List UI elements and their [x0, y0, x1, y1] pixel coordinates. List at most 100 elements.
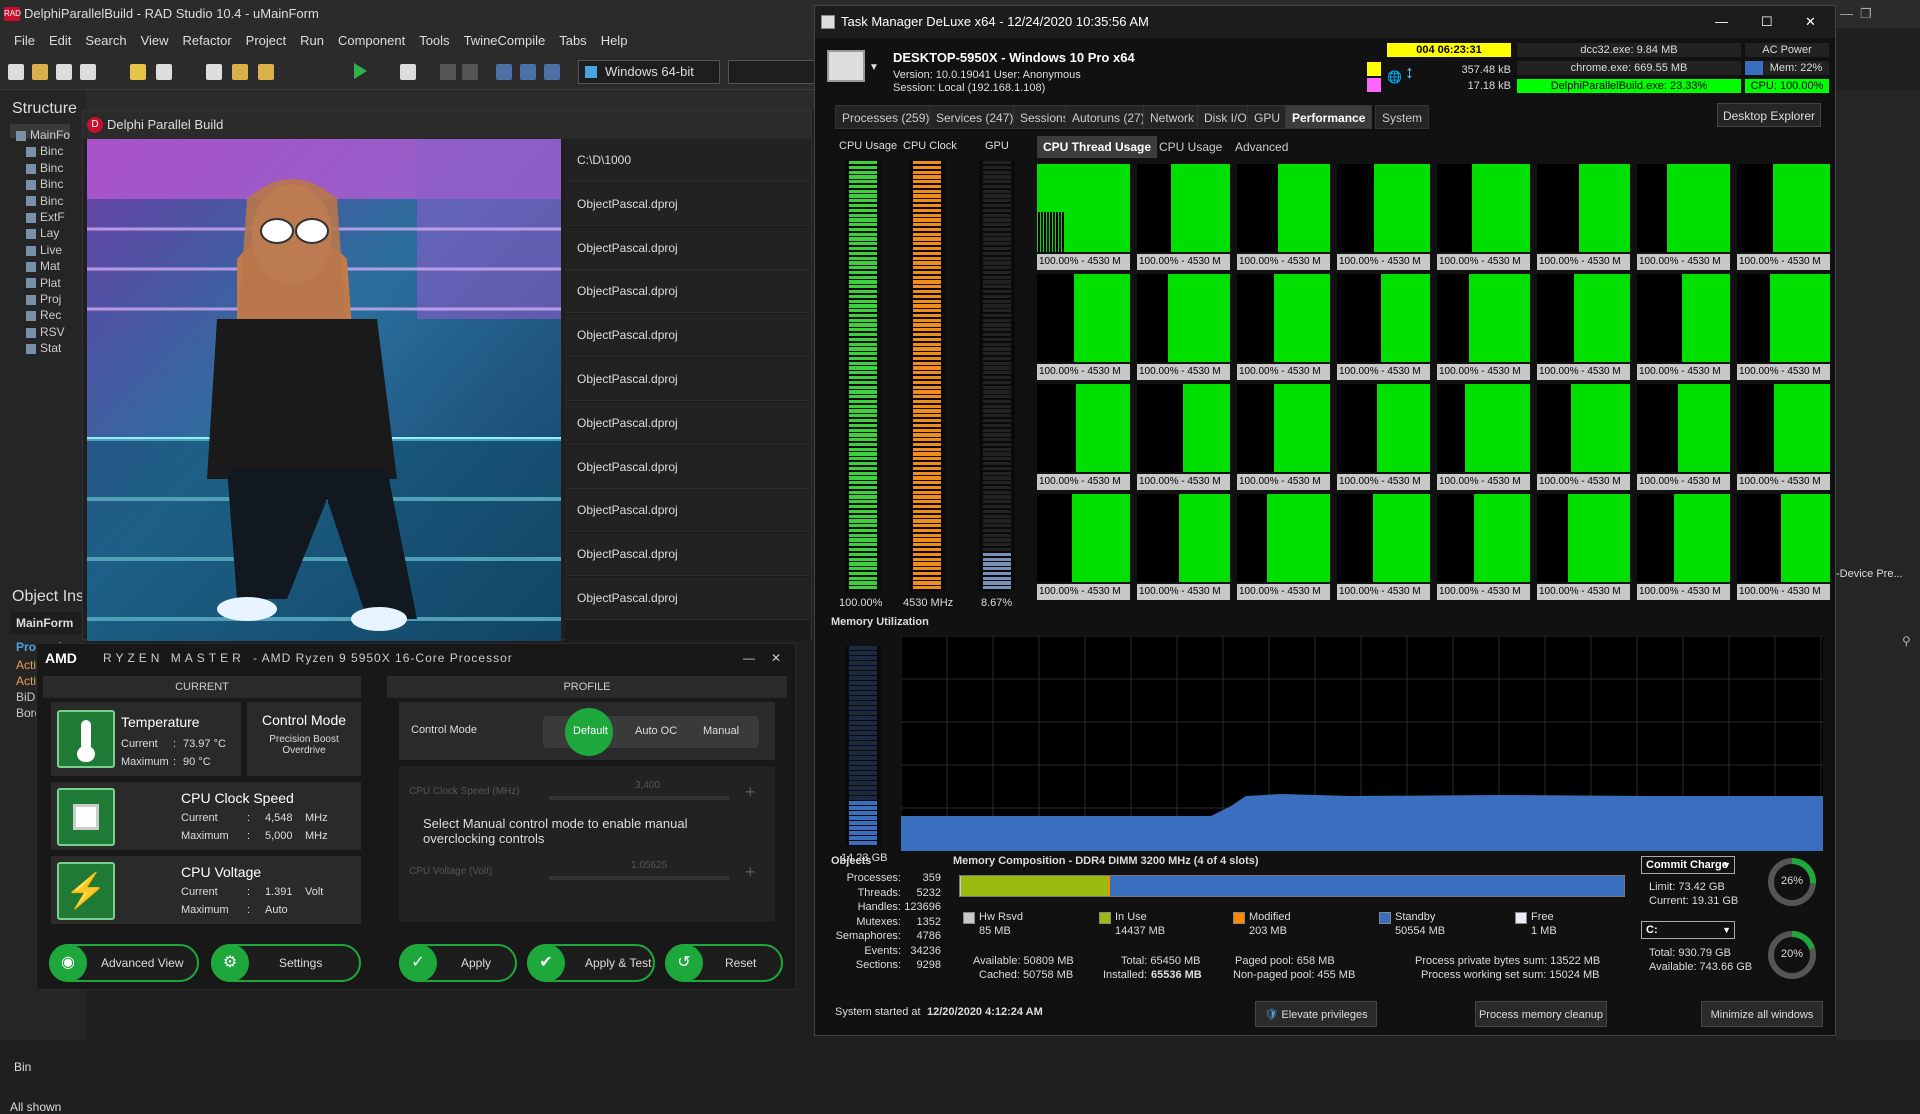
menu-item-search[interactable]: Search	[85, 28, 126, 54]
structure-item[interactable]: Plat	[26, 276, 61, 290]
advanced-view-button[interactable]: ◉ Advanced View	[49, 944, 199, 982]
structure-item[interactable]: Binc	[26, 161, 63, 175]
meter-segment	[913, 161, 941, 165]
menu-item-tools[interactable]: Tools	[419, 28, 449, 54]
structure-item[interactable]: Lay	[26, 226, 59, 240]
project-list-item[interactable]: ObjectPascal.dproj	[565, 270, 810, 314]
project-list-item[interactable]: ObjectPascal.dproj	[565, 445, 810, 489]
thread-label: 100.00% - 4530 M	[1037, 254, 1130, 270]
chevron-down-icon[interactable]: ▼	[869, 62, 879, 73]
step-icon[interactable]	[496, 64, 512, 80]
menu-item-twinecompile[interactable]: TwineCompile	[464, 28, 546, 54]
project-list-item[interactable]: ObjectPascal.dproj	[565, 314, 810, 358]
apply-button[interactable]: ✓ Apply	[399, 944, 517, 982]
meter-segment	[983, 275, 1011, 279]
dpb-title-bar: D Delphi Parallel Build	[83, 111, 811, 139]
drive-select[interactable]: C: ▼	[1641, 921, 1735, 939]
folder-add-icon[interactable]	[232, 64, 248, 80]
stop-icon[interactable]	[462, 64, 478, 80]
tab-performance[interactable]: Performance	[1285, 105, 1373, 129]
ide-minimize-icon[interactable]: —	[1840, 0, 1853, 28]
save-icon[interactable]	[56, 64, 72, 80]
layout-icon[interactable]	[156, 64, 172, 80]
run-icon[interactable]	[354, 63, 367, 79]
meter-segment	[849, 505, 877, 509]
structure-item[interactable]: Mat	[26, 259, 60, 273]
subtab-cpu-thread-usage[interactable]: CPU Thread Usage	[1037, 136, 1158, 158]
project-list-item[interactable]: ObjectPascal.dproj	[565, 226, 810, 270]
menu-item-help[interactable]: Help	[601, 28, 628, 54]
project-list-item[interactable]: ObjectPascal.dproj	[565, 577, 810, 620]
structure-item[interactable]: Proj	[26, 292, 61, 306]
elevate-privileges-button[interactable]: 🛡 Elevate privileges	[1255, 1001, 1377, 1027]
ryzen-minimize-icon[interactable]: —	[743, 644, 756, 672]
menu-item-view[interactable]: View	[141, 28, 169, 54]
desktop-explorer-button[interactable]: Desktop Explorer	[1717, 103, 1821, 127]
minimize-all-button[interactable]: Minimize all windows	[1701, 1001, 1823, 1027]
search-icon[interactable]: ⚲	[1902, 634, 1911, 648]
menu-item-refactor[interactable]: Refactor	[183, 28, 232, 54]
tab-services[interactable]: Services (247)	[929, 105, 1021, 129]
tm-maximize-icon[interactable]: ☐	[1761, 6, 1773, 38]
computer-icon[interactable]	[827, 50, 865, 82]
structure-item[interactable]: Binc	[26, 144, 63, 158]
menu-item-run[interactable]: Run	[300, 28, 324, 54]
new-icon[interactable]	[8, 64, 24, 80]
step-out-icon[interactable]	[544, 64, 560, 80]
build-icon[interactable]	[130, 64, 146, 80]
project-list-item[interactable]: ObjectPascal.dproj	[565, 533, 810, 577]
ryzen-close-icon[interactable]: ✕	[771, 644, 782, 672]
commit-charge-select[interactable]: Commit Charge ▼	[1641, 856, 1735, 874]
tab-autoruns[interactable]: Autoruns (27)	[1065, 105, 1152, 129]
tm-minimize-icon[interactable]: —	[1715, 6, 1728, 38]
cpu-clock-current-label: Current	[181, 812, 218, 824]
structure-item[interactable]: Binc	[26, 177, 63, 191]
open-icon[interactable]	[32, 64, 48, 80]
structure-item[interactable]: ExtF	[26, 210, 65, 224]
platform-select[interactable]: Windows 64-bit	[578, 60, 720, 84]
structure-item[interactable]: RSV	[26, 325, 65, 339]
menu-item-tabs[interactable]: Tabs	[559, 28, 586, 54]
tab-network[interactable]: Network	[1143, 105, 1202, 129]
reset-button[interactable]: ↺ Reset	[665, 944, 783, 982]
tm-close-icon[interactable]: ✕	[1805, 6, 1816, 38]
subtab-cpu-usage[interactable]: CPU Usage	[1153, 136, 1228, 158]
structure-item[interactable]: Stat	[26, 341, 61, 355]
ide-restore-icon[interactable]: ❐	[1860, 0, 1872, 28]
ide-combo[interactable]	[728, 60, 818, 84]
menu-item-component[interactable]: Component	[338, 28, 405, 54]
save-all-icon[interactable]	[80, 64, 96, 80]
tab-system[interactable]: System	[1375, 105, 1430, 129]
run-no-debug-icon[interactable]	[400, 64, 416, 80]
structure-item[interactable]: Binc	[26, 194, 63, 208]
project-list-item[interactable]: ObjectPascal.dproj	[565, 401, 810, 445]
project-list-item[interactable]: ObjectPascal.dproj	[565, 358, 810, 401]
tab-disk[interactable]: Disk I/O	[1197, 105, 1254, 129]
settings-button[interactable]: ⚙ Settings	[211, 944, 361, 982]
tab-processes[interactable]: Processes (259)	[835, 105, 937, 129]
structure-item[interactable]: Live	[26, 243, 62, 257]
structure-item[interactable]: MainFo	[16, 128, 70, 142]
structure-item[interactable]: Rec	[26, 308, 61, 322]
menu-item-project[interactable]: Project	[246, 28, 286, 54]
thread-cell: 100.00% - 4530 M	[1237, 384, 1330, 490]
project-list-item[interactable]: C:\D\1000	[565, 139, 810, 182]
save-desktop-icon[interactable]	[206, 64, 222, 80]
step-over-icon[interactable]	[520, 64, 536, 80]
apply-test-button[interactable]: ✔ Apply & Test	[527, 944, 655, 982]
subtab-advanced[interactable]: Advanced	[1229, 136, 1294, 158]
menu-item-file[interactable]: File	[14, 28, 35, 54]
folder-icon[interactable]	[258, 64, 274, 80]
object-inspector-selector[interactable]: MainForm	[10, 612, 86, 634]
project-list-item[interactable]: ObjectPascal.dproj	[565, 489, 810, 533]
mode-manual[interactable]: Manual	[703, 725, 739, 737]
menu-item-edit[interactable]: Edit	[49, 28, 71, 54]
tab-gpu[interactable]: GPU	[1247, 105, 1288, 129]
memory-cleanup-button[interactable]: Process memory cleanup	[1475, 1001, 1607, 1027]
meter-segment	[983, 438, 1011, 442]
project-list-item[interactable]: ObjectPascal.dproj	[565, 182, 810, 226]
pause-icon[interactable]	[440, 64, 456, 80]
mode-auto-oc[interactable]: Auto OC	[635, 725, 677, 737]
thread-label: 100.00% - 4530 M	[1437, 364, 1530, 380]
mode-default[interactable]: Default	[573, 725, 608, 737]
